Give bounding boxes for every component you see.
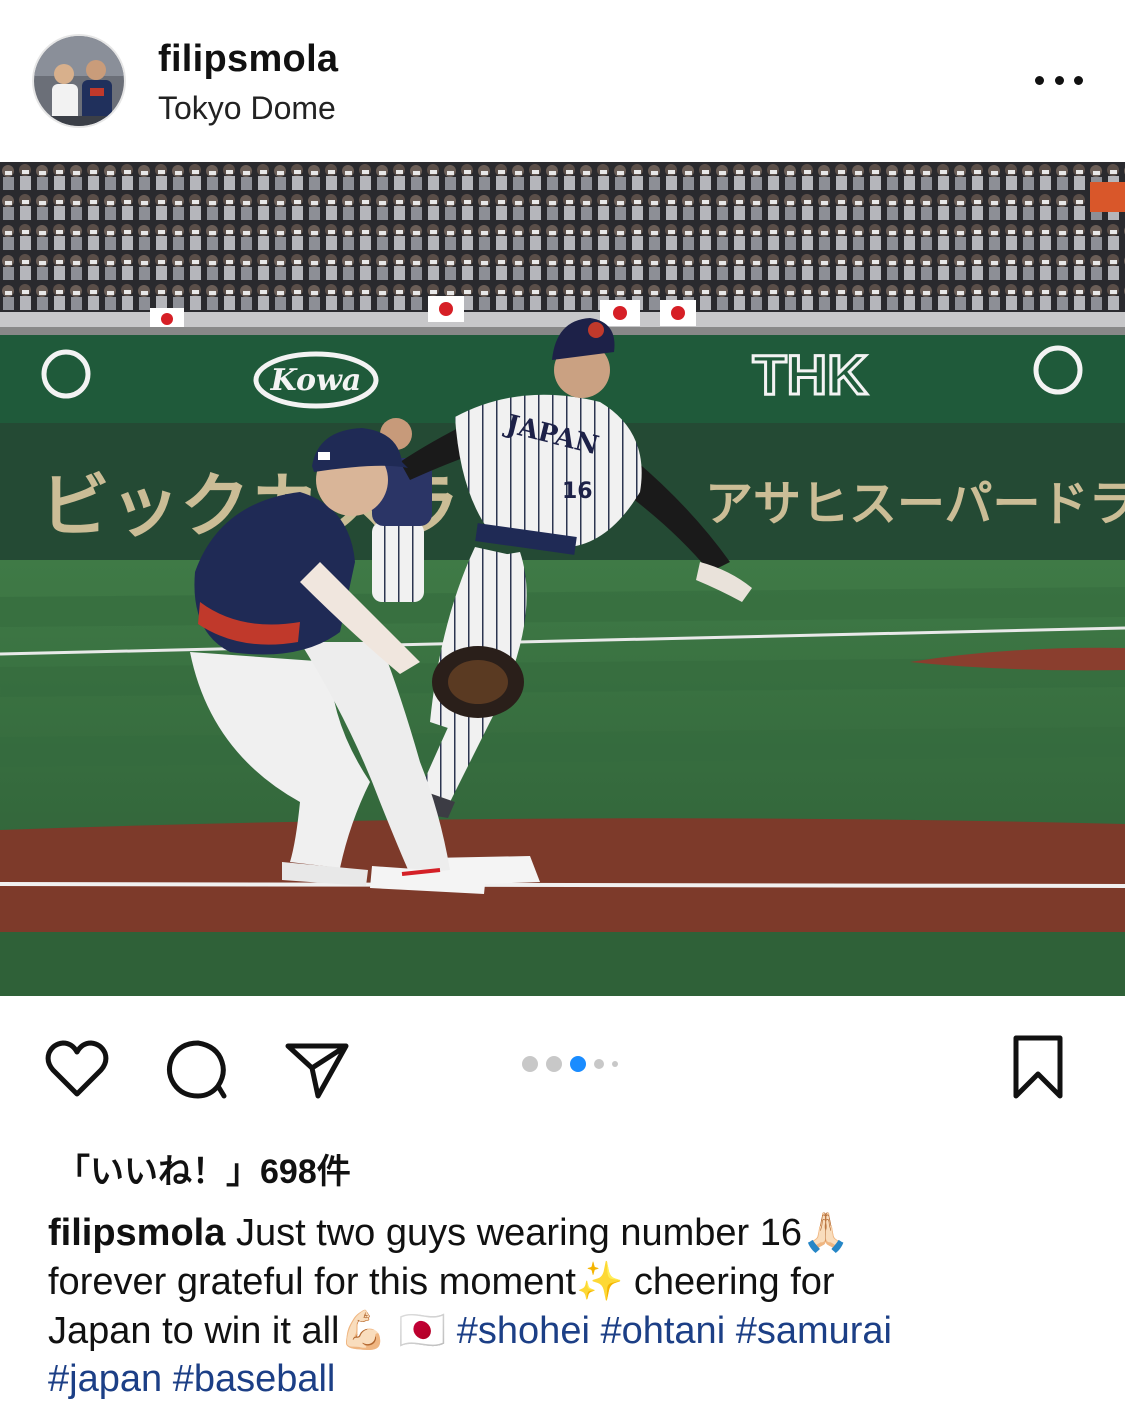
carousel-dot <box>612 1061 618 1067</box>
instagram-post: filipsmola Tokyo Dome Kowa THK ビックカメラ アサ… <box>0 0 1125 1419</box>
post-action-bar <box>0 996 1125 1136</box>
post-username[interactable]: filipsmola <box>158 38 338 81</box>
banner-logo-kowa: Kowa <box>270 363 362 398</box>
caption-text-4: Japan to win it all <box>48 1310 340 1352</box>
sparkles-emoji: ✨ <box>576 1259 624 1303</box>
comment-bubble-icon[interactable] <box>164 1036 230 1102</box>
post-header: filipsmola Tokyo Dome <box>0 0 1125 162</box>
carousel-dot <box>594 1059 604 1069</box>
caption-text-3: cheering for <box>633 1261 835 1303</box>
hashtag-shohei[interactable]: #shohei <box>457 1310 590 1352</box>
banner-logo-thk: THK <box>752 343 867 406</box>
carousel-dot <box>522 1056 538 1072</box>
runner-number: 16 <box>562 479 593 504</box>
likes-count[interactable]: 「いいね！」698件 <box>56 1144 351 1193</box>
carousel-dot <box>570 1056 586 1072</box>
post-location[interactable]: Tokyo Dome <box>158 90 336 127</box>
hashtag-japan[interactable]: #japan <box>48 1358 162 1400</box>
avatar[interactable] <box>32 34 126 128</box>
praying-hands-emoji: 🙏🏻 <box>802 1210 850 1254</box>
hashtag-samurai[interactable]: #samurai <box>736 1310 892 1352</box>
muscle-flag-emoji: 💪🏻 🇯🇵 <box>339 1308 447 1352</box>
carousel-dot <box>546 1056 562 1072</box>
heart-icon[interactable] <box>44 1036 110 1102</box>
board-text-right: アサヒスーパードライ <box>705 476 1125 532</box>
post-photo[interactable]: Kowa THK ビックカメラ アサヒスーパードライ <box>0 162 1125 996</box>
hashtag-ohtani[interactable]: #ohtani <box>600 1310 725 1352</box>
caption-text-2: forever grateful for this moment <box>48 1261 576 1303</box>
hashtag-baseball[interactable]: #baseball <box>173 1358 336 1400</box>
post-caption: filipsmola Just two guys wearing number … <box>48 1208 1088 1403</box>
paper-plane-icon[interactable] <box>284 1036 350 1102</box>
more-options-icon[interactable] <box>1035 62 1083 98</box>
caption-username[interactable]: filipsmola <box>48 1212 225 1254</box>
carousel-indicator <box>522 1054 618 1074</box>
bookmark-icon[interactable] <box>1006 1034 1070 1100</box>
caption-text-1: Just two guys wearing number 16 <box>235 1212 803 1254</box>
